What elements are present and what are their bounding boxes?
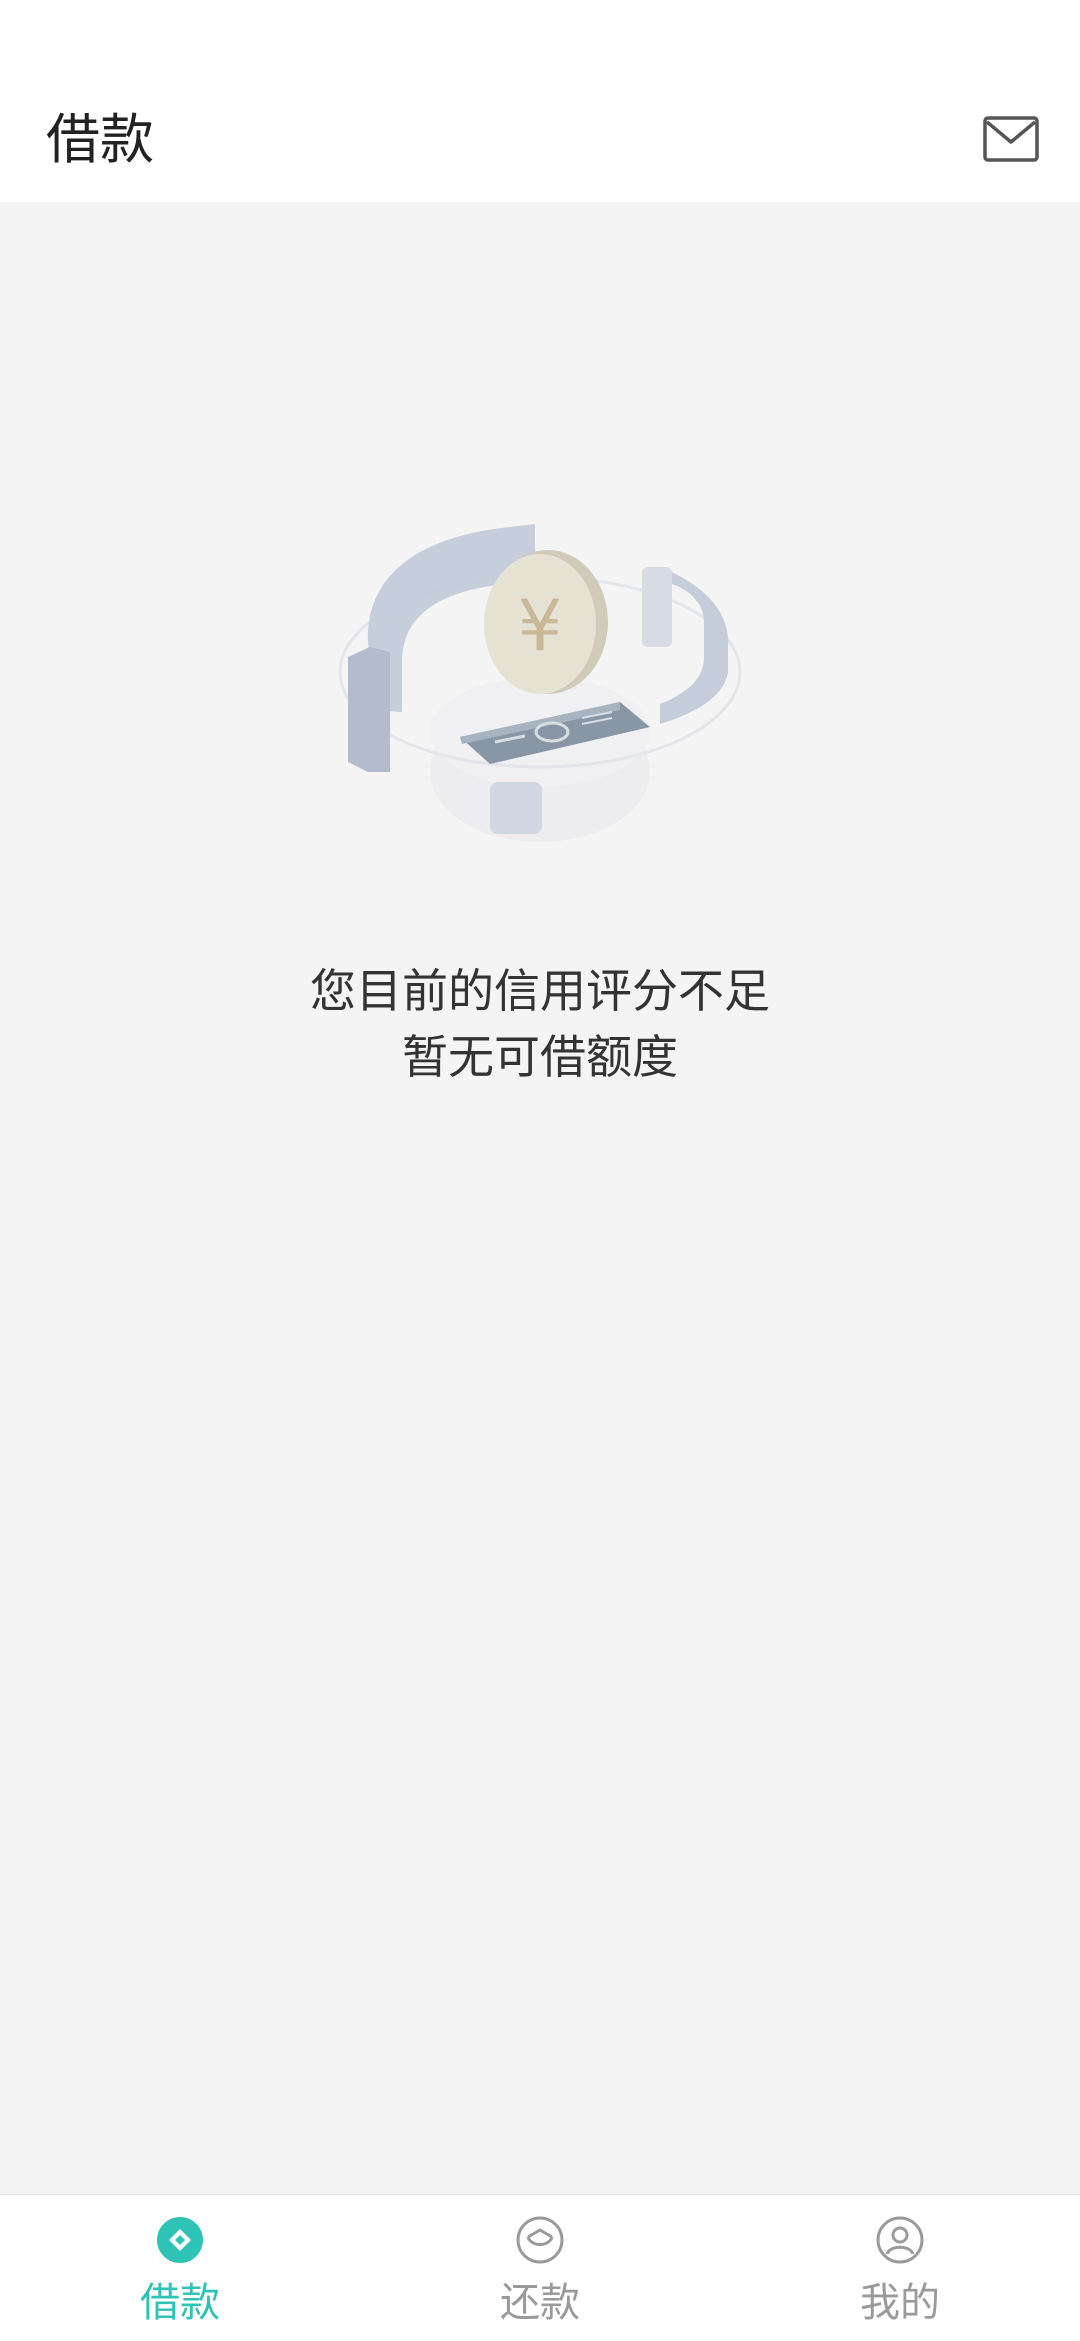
repay-icon <box>516 2216 564 2264</box>
main-content: ¥ 您目前的信用评分不足 暂无可借额度 <box>0 202 1080 2194</box>
profile-icon <box>876 2216 924 2264</box>
tab-loan-label: 借款 <box>140 2280 220 2326</box>
tab-mine[interactable]: 我的 <box>720 2195 1080 2341</box>
tab-repay[interactable]: 还款 <box>360 2195 720 2341</box>
coin-phone-illustration: ¥ <box>338 524 742 842</box>
envelope-icon <box>983 116 1039 162</box>
loan-icon <box>157 2217 203 2263</box>
tab-mine-label: 我的 <box>860 2280 940 2326</box>
page-title: 借款 <box>46 108 154 171</box>
bottom-tab-bar: 借款 还款 我的 <box>0 2194 1080 2340</box>
svg-text:¥: ¥ <box>518 585 563 667</box>
mail-button[interactable] <box>976 111 1046 167</box>
tab-repay-label: 还款 <box>500 2280 580 2326</box>
app-header: 借款 <box>0 95 1080 202</box>
empty-state-line2: 暂无可借额度 <box>402 1030 678 1084</box>
status-bar <box>0 0 1080 95</box>
empty-state-line1: 您目前的信用评分不足 <box>310 964 770 1018</box>
tab-loan[interactable]: 借款 <box>0 2195 360 2341</box>
